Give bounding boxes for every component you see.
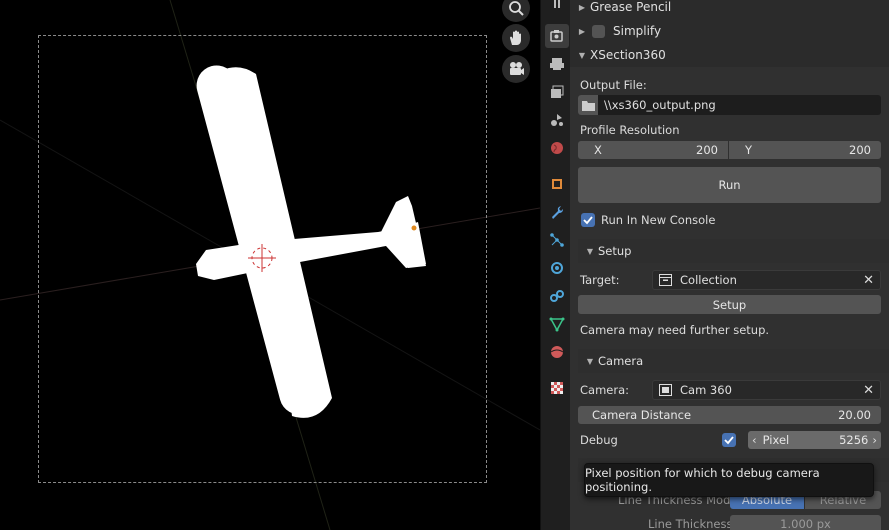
line-thickness-field[interactable]: 1.000 px — [730, 515, 881, 530]
subpanel-label: Camera — [598, 354, 644, 368]
section-label: XSection360 — [590, 48, 666, 62]
debug-label: Debug — [580, 433, 618, 447]
camera-value: Cam 360 — [680, 383, 732, 397]
modifier-icon[interactable] — [545, 200, 569, 224]
physics-icon[interactable] — [545, 256, 569, 280]
output-file-label: Output File: — [580, 78, 647, 92]
run-button[interactable]: Run — [578, 167, 881, 203]
setup-button[interactable]: Setup — [578, 295, 881, 314]
resolution-y-label: Y — [745, 143, 753, 157]
camera-distance-label: Camera Distance — [592, 408, 692, 422]
view-layer-icon[interactable] — [545, 80, 569, 104]
line-thickness-label: Line Thickness — [648, 517, 733, 530]
camera-view-icon[interactable] — [502, 55, 530, 83]
subpanel-label: Setup — [598, 244, 632, 258]
setup-note: Camera may need further setup. — [580, 323, 770, 337]
pixel-value: 5256 — [839, 433, 869, 447]
profile-resolution-label: Profile Resolution — [580, 123, 680, 137]
increment-icon[interactable]: › — [872, 433, 877, 447]
section-grease-pencil[interactable]: ▶ Grease Pencil — [570, 0, 889, 19]
collection-icon — [659, 274, 672, 286]
texture-icon[interactable] — [545, 376, 569, 400]
resolution-y-value: 200 — [849, 143, 871, 157]
render-icon[interactable] — [545, 24, 569, 48]
data-icon[interactable] — [545, 312, 569, 336]
section-label: Grease Pencil — [590, 0, 672, 14]
pixel-label: Pixel — [762, 433, 790, 447]
material-icon[interactable] — [545, 340, 569, 364]
folder-icon[interactable] — [578, 95, 598, 115]
clear-icon[interactable]: ✕ — [863, 273, 874, 288]
target-value: Collection — [680, 273, 737, 287]
subpanel-camera-header[interactable]: ▼ Camera — [578, 349, 889, 373]
3d-viewport[interactable] — [0, 0, 540, 530]
object-origin-icon — [411, 225, 417, 231]
properties-tab-strip — [540, 0, 570, 530]
output-file-value: \\xs360_output.png — [604, 98, 716, 112]
resolution-x-label: X — [594, 143, 602, 157]
camera-field[interactable]: Cam 360 ✕ — [652, 380, 881, 400]
scene-icon[interactable] — [545, 108, 569, 132]
hand-icon[interactable] — [502, 24, 530, 52]
clear-icon[interactable]: ✕ — [863, 383, 874, 398]
run-new-console-label: Run In New Console — [601, 213, 716, 227]
decrement-icon[interactable]: ‹ — [752, 433, 757, 447]
target-label: Target: — [580, 273, 620, 287]
tooltip: Pixel position for which to debug camera… — [584, 463, 874, 497]
debug-checkbox[interactable] — [722, 433, 736, 447]
target-field[interactable]: Collection ✕ — [652, 270, 881, 290]
section-xsection360[interactable]: ▼ XSection360 — [570, 43, 889, 67]
chevron-down-icon: ▼ — [586, 356, 594, 366]
world-icon[interactable] — [545, 136, 569, 160]
resolution-x-value: 200 — [696, 143, 718, 157]
camera-distance-value: 20.00 — [838, 408, 871, 422]
tool-icon[interactable] — [545, 0, 569, 18]
camera-object-icon — [659, 384, 672, 396]
constraints-icon[interactable] — [545, 284, 569, 308]
camera-label: Camera: — [580, 383, 630, 397]
run-new-console-checkbox[interactable] — [581, 213, 595, 227]
chevron-right-icon: ▶ — [578, 2, 586, 12]
section-label: Simplify — [613, 24, 662, 38]
object-icon[interactable] — [545, 172, 569, 196]
output-file-field[interactable]: \\xs360_output.png — [578, 95, 881, 115]
chevron-right-icon: ▶ — [578, 26, 586, 36]
chevron-down-icon: ▼ — [586, 246, 594, 256]
resolution-x-field[interactable]: X 200 — [578, 141, 728, 159]
camera-distance-field[interactable]: Camera Distance 20.00 — [578, 406, 881, 424]
chevron-down-icon: ▼ — [578, 50, 586, 60]
section-simplify[interactable]: ▶ Simplify — [570, 19, 889, 43]
subpanel-setup-header[interactable]: ▼ Setup — [578, 239, 889, 263]
properties-panel: ▶ Grease Pencil ▶ Simplify ▼ XSection360… — [570, 0, 889, 530]
resolution-y-field[interactable]: Y 200 — [729, 141, 881, 159]
pixel-field[interactable]: ‹ Pixel 5256 › — [748, 431, 881, 449]
output-icon[interactable] — [545, 52, 569, 76]
airplane-model[interactable] — [0, 0, 540, 530]
simplify-checkbox[interactable] — [592, 24, 605, 38]
particles-icon[interactable] — [545, 228, 569, 252]
